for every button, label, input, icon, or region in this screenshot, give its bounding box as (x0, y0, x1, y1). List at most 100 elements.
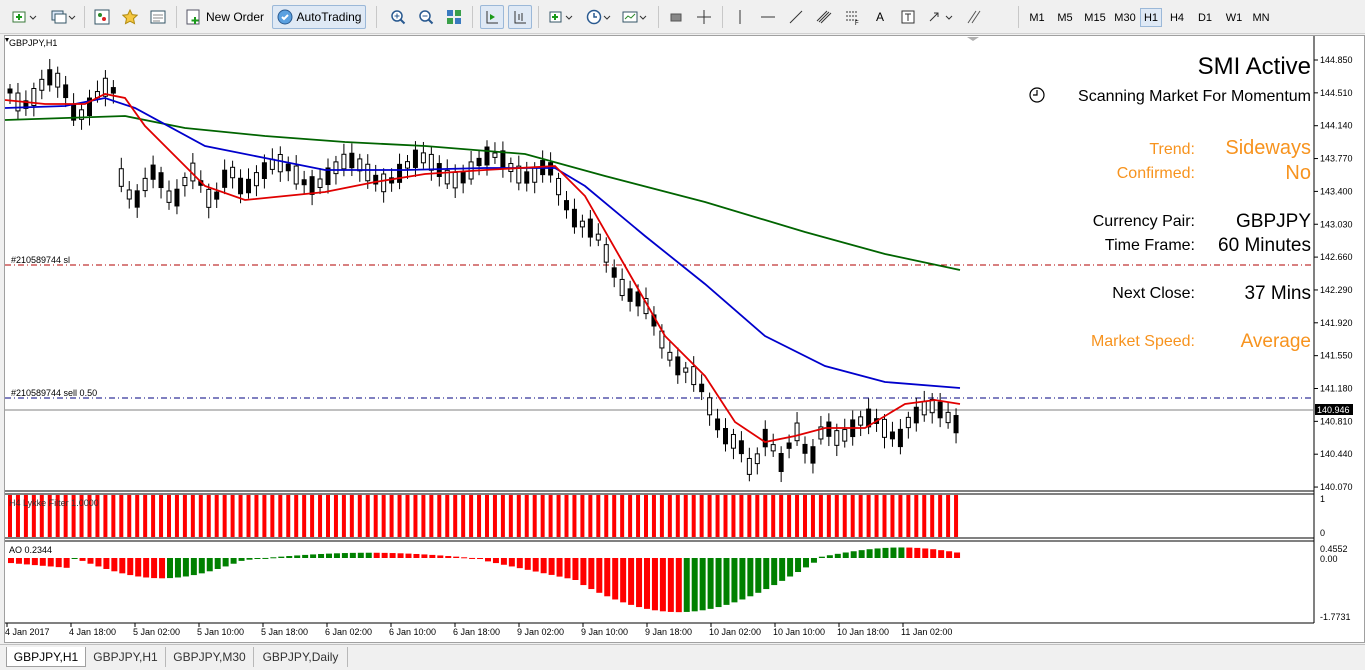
candle-bear (301, 179, 307, 186)
candle-bull (253, 172, 259, 187)
ao-bar-up (747, 558, 754, 597)
ao-bar-down (564, 558, 571, 579)
ao-bar-down (421, 554, 428, 558)
ao-bar-down (111, 558, 118, 572)
candle-bull (293, 165, 299, 185)
templates-button[interactable] (618, 5, 652, 29)
shift-marker-icon[interactable] (967, 37, 979, 41)
filter-bar (803, 495, 807, 537)
tab-gbpjpy-daily[interactable]: GBPJPY,Daily (254, 647, 348, 667)
filter-bar (373, 495, 378, 537)
candle-bull (707, 397, 713, 416)
ao-bar-up (230, 558, 237, 564)
chart-shift-button[interactable] (508, 5, 532, 29)
ao-bar-down (159, 558, 166, 579)
candle-bear (723, 428, 728, 445)
currency-pair-value: GBPJPY (1236, 211, 1311, 232)
ao-bar-up (167, 558, 173, 579)
ao-bar-up (763, 558, 770, 590)
tab-gbpjpy-h1[interactable]: GBPJPY,H1 (86, 647, 166, 667)
candle-bull (206, 188, 212, 208)
filter-bar (946, 495, 951, 537)
market-watch-button[interactable] (90, 5, 114, 29)
indicators-button[interactable] (544, 5, 578, 29)
time-tick-label: 4 Jan 18:00 (69, 627, 116, 637)
ao-bar-up (858, 550, 865, 558)
timeframe-w1[interactable]: W1 (1222, 8, 1246, 27)
filter-bar (167, 495, 171, 537)
ao-bar-up (699, 558, 706, 611)
autotrading-button[interactable]: AutoTrading (272, 5, 366, 29)
zoom-out-button[interactable] (414, 5, 438, 29)
text-tool-button[interactable]: A (868, 5, 892, 29)
ao-bar-up (310, 554, 317, 558)
tab-gbpjpy-m30[interactable]: GBPJPY,M30 (166, 647, 254, 667)
timeframe-m5[interactable]: M5 (1052, 8, 1078, 27)
candle-bear (778, 452, 784, 472)
filter-bar (206, 495, 211, 537)
ao-bar-down (445, 556, 452, 558)
zoom-in-button[interactable] (386, 5, 410, 29)
chart-symbol-title: GBPJPY,H1 (9, 38, 57, 48)
profiles-button[interactable] (46, 5, 80, 29)
navigator-button[interactable] (118, 5, 142, 29)
cursor-tool-button[interactable] (664, 5, 688, 29)
new-chart-button[interactable] (6, 5, 42, 29)
ao-bar-down (103, 558, 110, 569)
timeframe-d1[interactable]: D1 (1194, 8, 1216, 27)
price-chart[interactable]: GBPJPY,H1 #210589744 sl #210589744 sell … (5, 36, 1364, 642)
candle-bull (683, 367, 689, 373)
arrows-button[interactable] (924, 5, 958, 29)
more-objects-button[interactable] (962, 5, 986, 29)
filter-bar (588, 495, 593, 537)
ao-bar-down (453, 556, 460, 558)
filter-bar (715, 495, 720, 537)
filter-bar (683, 495, 688, 537)
autoscroll-button[interactable] (480, 5, 504, 29)
text-label-button[interactable] (896, 5, 920, 29)
chart-window[interactable]: GBPJPY,H1 #210589744 sl #210589744 sell … (4, 35, 1365, 643)
ao-scale-bottom: -1.7731 (1320, 612, 1351, 622)
tab-gbpjpy-h1-active[interactable]: GBPJPY,H1 (6, 647, 86, 667)
crosshair-tool-button[interactable] (692, 5, 716, 29)
candle-bull (166, 190, 172, 203)
timeframe-m30[interactable]: M30 (1110, 8, 1140, 27)
filter-bar (119, 495, 124, 537)
smi-info-panel: SMI Active Scanning Market For Momentum … (1029, 53, 1311, 352)
candle-bear (953, 415, 959, 434)
ao-bar-up (834, 553, 841, 558)
candle-bear (309, 176, 315, 195)
horizontal-line-button[interactable] (756, 5, 780, 29)
candle-bull (357, 158, 363, 172)
filter-bar (771, 495, 776, 537)
time-frame-value: 60 Minutes (1218, 235, 1311, 256)
tile-windows-button[interactable] (442, 5, 466, 29)
timeframe-m1[interactable]: M1 (1024, 8, 1050, 27)
candle-bear (611, 267, 617, 278)
terminal-button[interactable] (146, 5, 170, 29)
timeframe-h1[interactable]: H1 (1140, 8, 1162, 27)
crosshair-icon (697, 10, 711, 24)
timeframe-m15[interactable]: M15 (1080, 8, 1110, 27)
ao-bar-up (357, 552, 364, 558)
filter-bar (254, 495, 259, 537)
timeframe-mn[interactable]: MN (1248, 8, 1274, 27)
fibonacci-button[interactable]: F (840, 5, 864, 29)
candle-bull (126, 189, 132, 200)
timeframe-h4[interactable]: H4 (1166, 8, 1188, 27)
filter-bar (739, 495, 744, 537)
equidistant-channel-button[interactable] (812, 5, 836, 29)
ao-bar-down (612, 558, 619, 600)
new-order-button[interactable]: New Order (182, 5, 268, 29)
price-tick-label: 143.770 (1320, 154, 1353, 164)
candle-bear (786, 442, 792, 449)
market-speed-value: Average (1241, 331, 1311, 352)
confirmed-label: Confirmed: (1117, 165, 1195, 182)
candle-bull (834, 430, 840, 446)
trendline-button[interactable] (784, 5, 808, 29)
vertical-line-button[interactable] (728, 5, 752, 29)
periods-button[interactable] (582, 5, 616, 29)
current-price-value: 140.946 (1317, 405, 1350, 415)
candle-bull (118, 168, 124, 187)
market-speed-label: Market Speed: (1091, 333, 1195, 350)
